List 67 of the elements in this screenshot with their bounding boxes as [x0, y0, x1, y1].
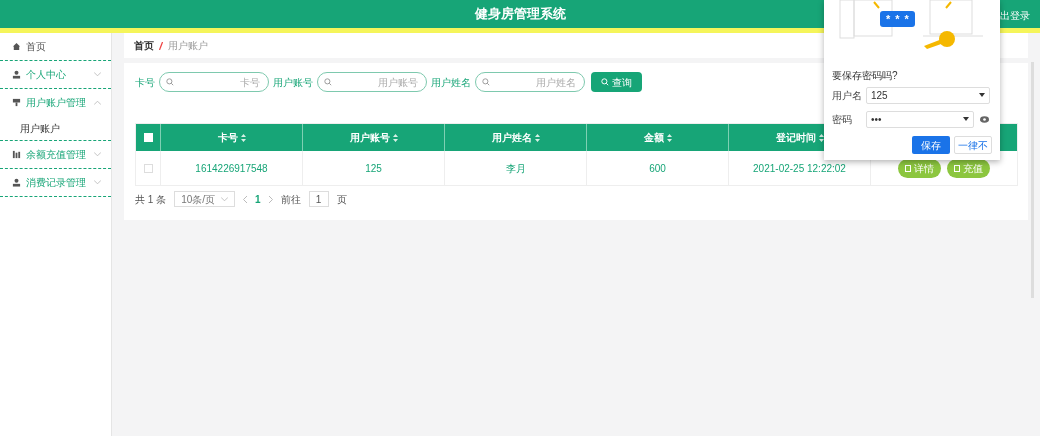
logout-link[interactable]: 出登录: [1000, 8, 1030, 23]
column-header[interactable]: 用户姓名: [491, 130, 532, 145]
caret-icon: [94, 152, 101, 157]
table-cell: 600: [587, 151, 729, 185]
password-label: 密码: [832, 112, 853, 127]
field-label: 卡号: [135, 75, 155, 90]
key-icon: [922, 30, 956, 50]
document-icon: [905, 164, 911, 172]
sidebar-item[interactable]: 消费记录管理: [0, 169, 111, 196]
column-header[interactable]: 登记时间: [775, 130, 816, 145]
user-icon: [12, 178, 21, 187]
search-icon: [166, 78, 174, 86]
search-icon: [482, 78, 490, 86]
table-cell: 李月: [445, 151, 587, 185]
sidebar-item[interactable]: 个人中心: [0, 61, 111, 88]
sidebar-item[interactable]: 余额充值管理: [0, 141, 111, 168]
caret-icon: [94, 72, 101, 77]
prev-page-icon[interactable]: [243, 195, 248, 203]
never-button[interactable]: 一律不: [954, 136, 992, 154]
dialog-question: 要保存密码吗?: [832, 69, 899, 83]
password-select[interactable]: •••: [866, 110, 974, 128]
eye-icon[interactable]: [980, 115, 989, 123]
search-icon: [601, 78, 609, 86]
table-cell: 1614226917548: [161, 151, 303, 185]
page-size-select[interactable]: 10条/页: [174, 191, 236, 207]
breadcrumb-item[interactable]: 首页: [134, 38, 154, 53]
column-header[interactable]: 用户账号: [349, 130, 390, 145]
next-page-icon[interactable]: [268, 195, 273, 203]
home-icon: [12, 42, 21, 51]
save-button[interactable]: 保存: [912, 136, 950, 154]
dropdown-icon: [979, 93, 985, 97]
sort-icon: [392, 133, 398, 142]
sort-icon: [666, 133, 672, 142]
total-count: 共 1 条: [135, 192, 167, 207]
query-button[interactable]: 查询: [591, 72, 642, 92]
table-cell: 125: [303, 151, 445, 185]
search-field[interactable]: 用户账号: [317, 72, 427, 92]
breadcrumb-item: 用户账户: [168, 39, 208, 53]
goto-label: 前往: [280, 192, 301, 207]
username-label: 用户名: [832, 88, 863, 103]
document-icon: [954, 164, 960, 172]
field-label: 用户账号: [273, 75, 313, 90]
sidebar-subitem[interactable]: 用户账户: [0, 116, 111, 140]
masked-password-badge: * * *: [880, 11, 915, 27]
caret-icon: [94, 180, 101, 185]
search-icon: [324, 78, 332, 86]
sort-icon: [534, 133, 540, 142]
sort-icon: [240, 133, 246, 142]
dropdown-icon: [963, 117, 969, 121]
caret-icon: [94, 100, 101, 105]
page-suffix: 页: [336, 192, 347, 207]
field-label: 用户姓名: [431, 75, 471, 90]
breadcrumb-separator: [159, 41, 163, 50]
sidebar-item[interactable]: 用户账户管理: [0, 89, 111, 116]
column-header[interactable]: 金额: [643, 130, 664, 145]
caret-icon: [221, 196, 229, 202]
page-input[interactable]: 1: [308, 191, 329, 207]
search-field[interactable]: 用户姓名: [475, 72, 585, 92]
page-number[interactable]: 1: [255, 191, 261, 207]
search-field[interactable]: 卡号: [159, 72, 269, 92]
user-icon: [12, 70, 21, 79]
username-select[interactable]: 125: [866, 86, 990, 104]
chart-icon: [12, 150, 21, 159]
app-title: 健身房管理系统: [474, 5, 566, 24]
sidebar-item[interactable]: 首页: [0, 33, 111, 60]
column-header[interactable]: 卡号: [217, 130, 238, 145]
checkbox[interactable]: [143, 163, 153, 173]
